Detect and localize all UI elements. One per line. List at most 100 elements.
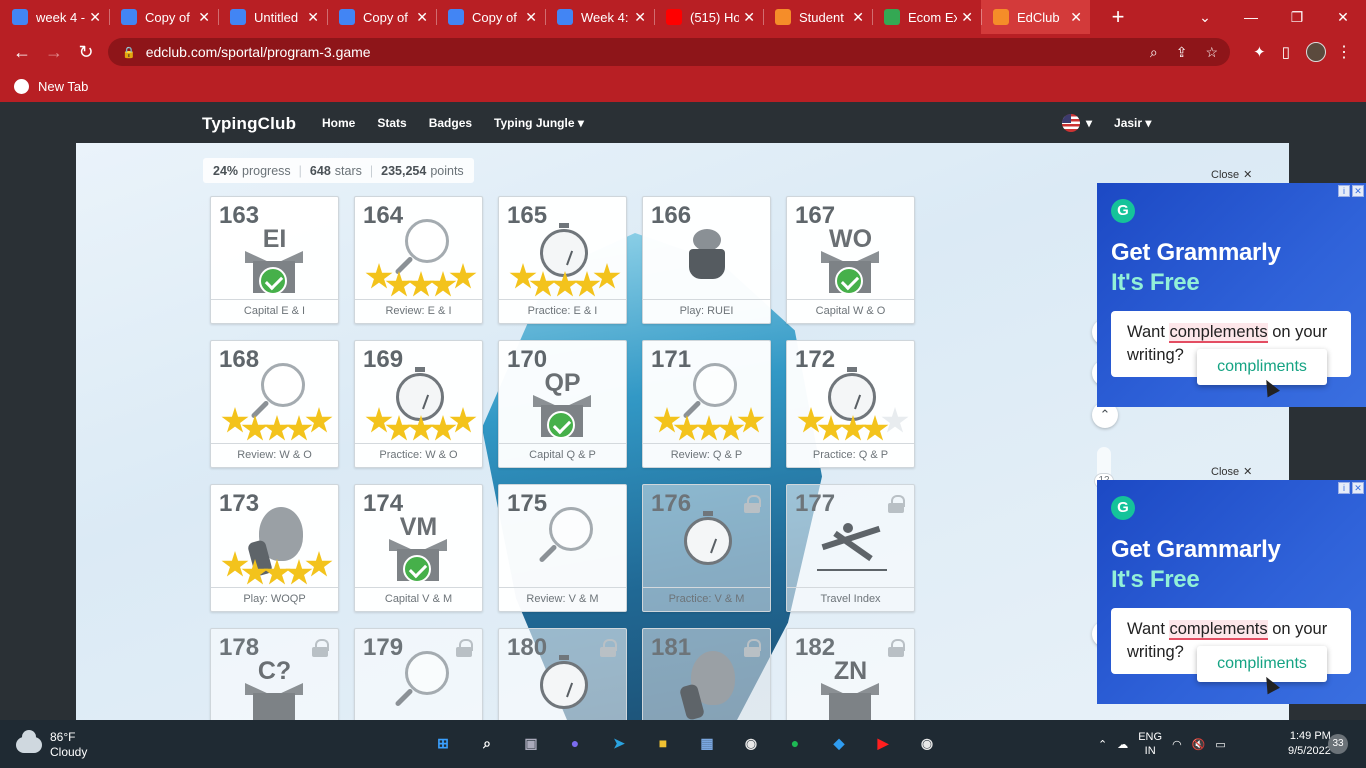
lesson-label: Capital E & I [211,299,338,323]
lesson-card[interactable]: 175 Review: V & M [498,484,627,612]
browser-tab[interactable]: Ecom Ex ✕ [872,0,981,34]
battery-icon[interactable]: ▭ [1215,738,1225,751]
tab-close-icon[interactable]: ✕ [307,9,319,26]
lesson-card[interactable]: 181 [642,628,771,720]
user-menu[interactable]: Jasir ▾ [1114,116,1151,130]
reload-icon[interactable]: ↻ [70,42,102,63]
wifi-icon[interactable]: ◠ [1172,738,1182,751]
ad-close-button[interactable]: Close ✕ [1211,168,1252,182]
browser-tab[interactable]: Copy of ✕ [109,0,218,34]
browser-tab[interactable]: EdClub ✕ [981,0,1090,34]
tab-close-icon[interactable]: ✕ [961,9,973,26]
extensions-icon[interactable]: ✦ [1253,43,1266,61]
volume-icon[interactable]: 🔇 [1192,738,1206,751]
forward-icon[interactable]: → [38,42,70,63]
lesson-card[interactable]: 164 Review: E & I [354,196,483,324]
star-filled-icon [241,415,269,441]
lesson-card[interactable]: 166 Play: RUEI [642,196,771,324]
task-view-icon[interactable]: ▣ [516,728,546,758]
lesson-card[interactable]: 172 Practice: Q & P [786,340,915,468]
nav-stats[interactable]: Stats [377,116,406,130]
chrome-profile-icon[interactable]: ◉ [912,728,942,758]
ad-info-badge[interactable]: i ✕ [1338,185,1364,197]
close-window-button[interactable]: ✕ [1320,9,1366,26]
search-icon[interactable]: ⌕ [472,728,502,758]
onedrive-icon[interactable]: ☁ [1117,738,1128,751]
box-icon [245,683,303,720]
chat-icon[interactable]: ● [560,728,590,758]
back-icon[interactable]: ← [6,42,38,63]
chrome-icon[interactable]: ◉ [736,728,766,758]
lesson-label: Practice: E & I [499,299,626,323]
browser-menu-icon[interactable]: ⋮ [1336,42,1352,62]
new-tab-button[interactable]: + [1106,4,1130,30]
tab-close-icon[interactable]: ✕ [634,9,646,26]
lesson-card[interactable]: 163 EI Capital E & I [210,196,339,324]
side-panel-icon[interactable]: ▯ [1282,43,1290,61]
tab-close-icon[interactable]: ✕ [89,9,101,26]
grammarly-ad[interactable]: G i ✕ Get Grammarly It's Free Want comple… [1097,183,1366,407]
language-selector[interactable]: ▾ [1062,114,1092,132]
telegram-icon[interactable]: ➤ [604,728,634,758]
nav-typing-jungle[interactable]: Typing Jungle ▾ [494,116,584,130]
lesson-card[interactable]: 174 VM Capital V & M [354,484,483,612]
browser-tab[interactable]: Student ✕ [763,0,872,34]
ad-close-button[interactable]: Close ✕ [1211,465,1252,479]
store-icon[interactable]: ▦ [692,728,722,758]
bookmark-star-icon[interactable]: ☆ [1205,44,1218,61]
lesson-card[interactable]: 182 ZN [786,628,915,720]
browser-tab[interactable]: Copy of ✕ [436,0,545,34]
ad-info-badge[interactable]: i ✕ [1338,482,1364,494]
url-omnibox[interactable]: 🔒 edclub.com/sportal/program-3.game ⌕ ⇪ … [108,38,1230,66]
bookmark-new-tab[interactable]: New Tab [38,79,88,94]
tab-close-icon[interactable]: ✕ [852,9,864,26]
clock[interactable]: 1:49 PM 9/5/2022 [1288,729,1331,759]
tray-overflow-icon[interactable]: ⌃ [1098,738,1107,751]
lesson-card[interactable]: 169 Practice: W & O [354,340,483,468]
browser-tab[interactable]: Untitled ✕ [218,0,327,34]
lesson-card[interactable]: 170 QP Capital Q & P [498,340,627,468]
nav-home[interactable]: Home [322,116,355,130]
tab-close-icon[interactable]: ✕ [743,9,755,26]
spotify-icon[interactable]: ● [780,728,810,758]
ad-subheadline: It's Free [1111,566,1200,593]
browser-tab[interactable]: Week 4: ✕ [545,0,654,34]
maximize-button[interactable]: ❐ [1274,9,1320,26]
minimize-button[interactable]: — [1228,9,1274,25]
language-indicator[interactable]: ENG IN [1138,730,1162,758]
lesson-card[interactable]: 179 [354,628,483,720]
completed-check-icon [547,411,575,439]
lesson-card[interactable]: 180 [498,628,627,720]
lesson-letters: ZN [833,657,868,685]
browser-tab[interactable]: week 4 - ✕ [0,0,109,34]
star-empty-icon [881,407,909,433]
lesson-card[interactable]: 165 Practice: E & I [498,196,627,324]
star-filled-icon [737,407,765,433]
lesson-card[interactable]: 177 Travel Index [786,484,915,612]
tab-close-icon[interactable]: ✕ [1070,9,1082,26]
site-logo[interactable]: TypingClub [202,114,296,134]
lesson-card[interactable]: 176 Practice: V & M [642,484,771,612]
tab-search-icon[interactable]: ⌄ [1182,9,1228,26]
youtube-icon[interactable]: ▶ [868,728,898,758]
nav-badges[interactable]: Badges [429,116,472,130]
zoom-icon[interactable]: ⌕ [1150,44,1158,61]
lesson-card[interactable]: 178 C? [210,628,339,720]
lesson-card[interactable]: 167 WO Capital W & O [786,196,915,324]
grammarly-ad[interactable]: G i ✕ Get Grammarly It's Free Want comple… [1097,480,1366,704]
share-icon[interactable]: ⇪ [1176,44,1188,61]
vscode-icon[interactable]: ◆ [824,728,854,758]
lesson-card[interactable]: 168 Review: W & O [210,340,339,468]
windows-start-icon[interactable]: ⊞ [428,728,458,758]
lesson-card[interactable]: 173 Play: WOQP [210,484,339,612]
file-explorer-icon[interactable]: ■ [648,728,678,758]
tab-close-icon[interactable]: ✕ [198,9,210,26]
tab-close-icon[interactable]: ✕ [416,9,428,26]
weather-widget[interactable]: 86°F Cloudy [16,730,87,760]
profile-avatar[interactable] [1306,42,1326,62]
notification-count[interactable]: 33 [1328,734,1348,754]
browser-tab[interactable]: (515) Ho ✕ [654,0,763,34]
tab-close-icon[interactable]: ✕ [525,9,537,26]
lesson-card[interactable]: 171 Review: Q & P [642,340,771,468]
browser-tab[interactable]: Copy of ✕ [327,0,436,34]
